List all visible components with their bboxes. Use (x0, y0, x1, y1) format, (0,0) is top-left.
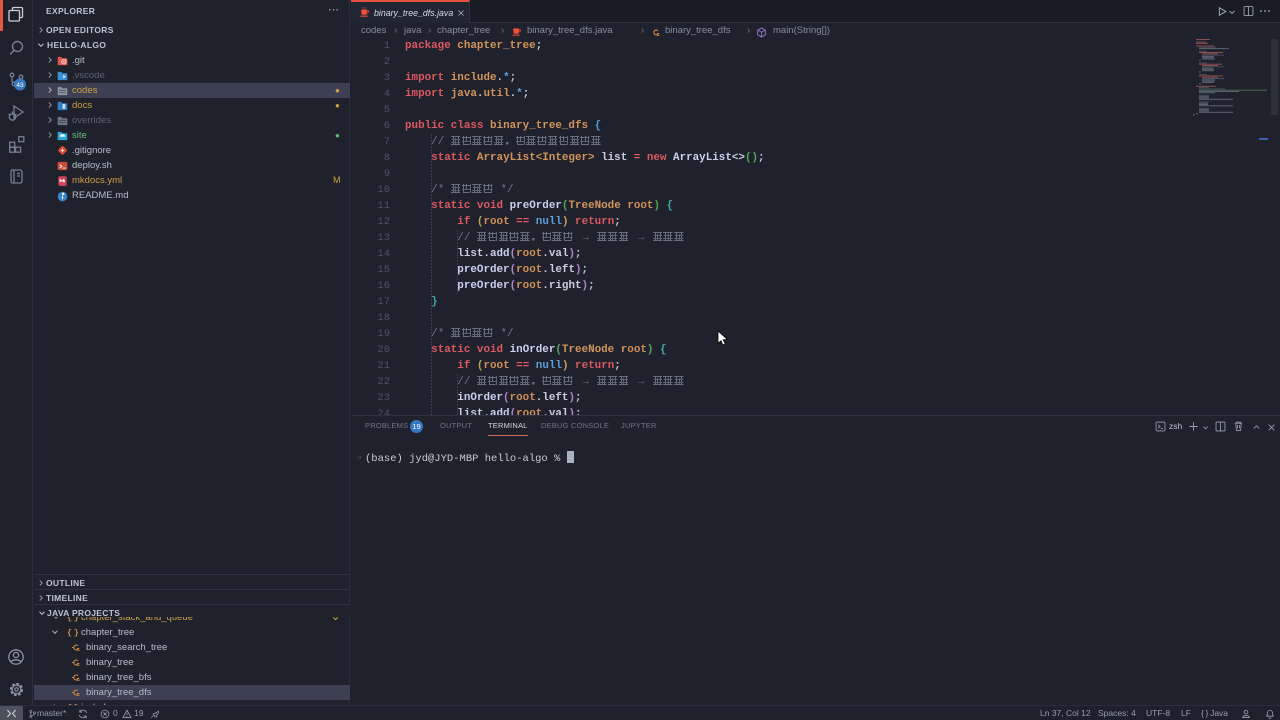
svg-text:43: 43 (16, 82, 24, 89)
